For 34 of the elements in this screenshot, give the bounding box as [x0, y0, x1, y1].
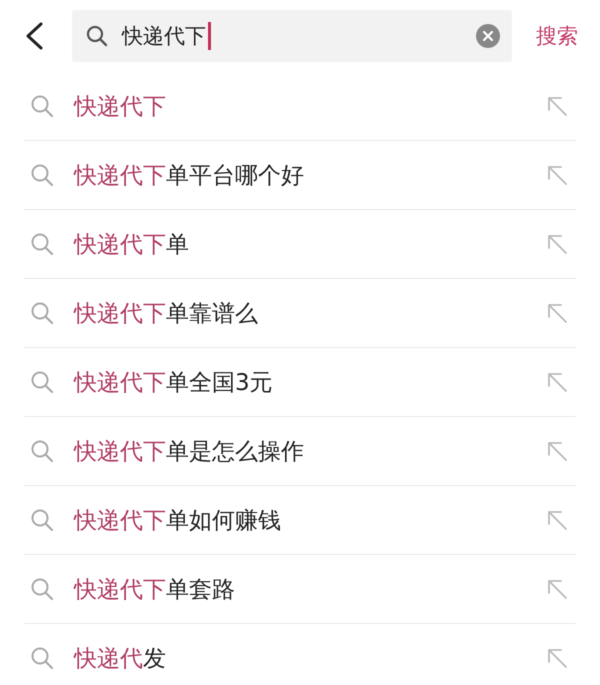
arrow-icon[interactable]: [546, 302, 568, 324]
search-icon: [30, 94, 54, 118]
search-icon: [30, 232, 54, 256]
suggestion-item[interactable]: 快递代下单靠谱么: [74, 298, 258, 328]
suggestion-item[interactable]: 快递代下单: [74, 228, 189, 260]
arrow-icon[interactable]: [546, 371, 568, 393]
arrow-icon[interactable]: [546, 164, 568, 186]
search-icon: [30, 163, 54, 187]
search-icon: [30, 577, 54, 601]
search-field[interactable]: 快递代下: [72, 10, 512, 62]
clear-icon[interactable]: [476, 24, 500, 48]
search-icon: [86, 25, 108, 47]
suggestion-item[interactable]: 快递代发: [74, 642, 166, 674]
arrow-icon[interactable]: [546, 440, 568, 462]
search-button[interactable]: 搜索: [536, 22, 578, 50]
suggestion-item[interactable]: 快递代下单全国3元: [74, 366, 273, 398]
suggestion-item[interactable]: 快递代下单如何赚钱: [74, 504, 281, 536]
arrow-icon[interactable]: [546, 509, 568, 531]
search-icon: [30, 646, 54, 670]
text-cursor: [208, 22, 211, 50]
suggestion-item[interactable]: 快递代下: [74, 90, 166, 122]
search-icon: [30, 439, 54, 463]
search-text: 快递代下: [122, 23, 206, 50]
suggestion-item[interactable]: 快递代下单套路: [74, 574, 235, 604]
suggestion-item[interactable]: 快递代下单是怎么操作: [74, 436, 304, 466]
arrow-icon[interactable]: [546, 95, 568, 117]
arrow-icon[interactable]: [546, 647, 568, 669]
arrow-icon[interactable]: [546, 578, 568, 600]
arrow-icon[interactable]: [546, 233, 568, 255]
back-icon[interactable]: [24, 22, 44, 50]
search-icon: [30, 301, 54, 325]
search-icon: [30, 370, 54, 394]
suggestion-item[interactable]: 快递代下单平台哪个好: [74, 160, 304, 190]
search-icon: [30, 508, 54, 532]
